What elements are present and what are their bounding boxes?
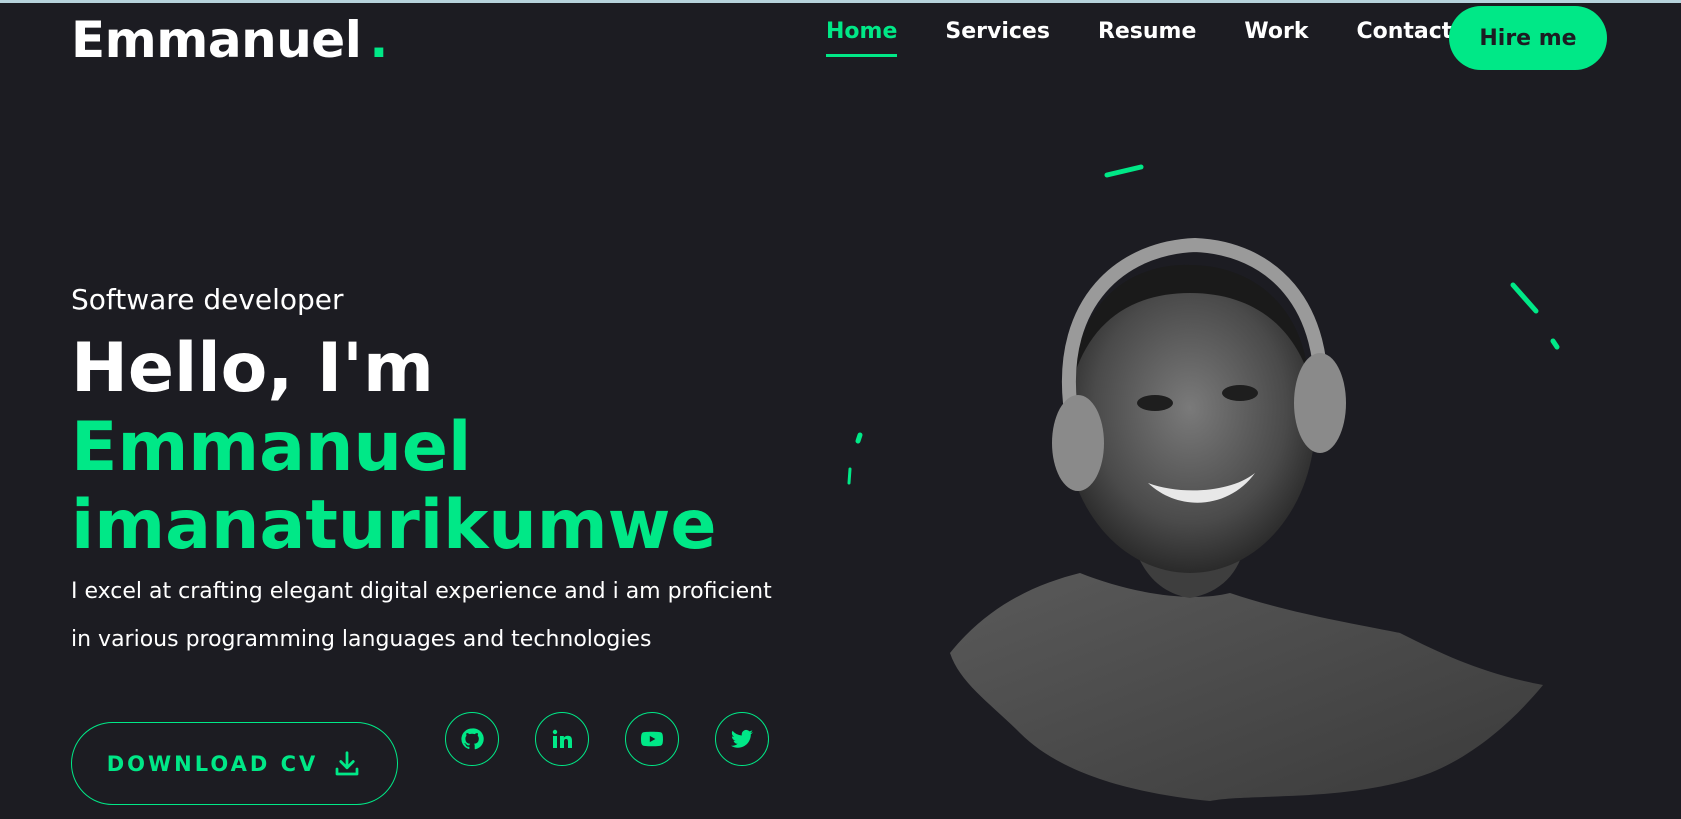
hire-me-button[interactable]: Hire me: [1449, 6, 1607, 70]
linkedin-link[interactable]: [535, 712, 589, 766]
hero-name: Emmanuel imanaturikumwe: [71, 408, 717, 565]
download-cv-button[interactable]: DOWNLOAD CV: [71, 722, 398, 805]
site-logo[interactable]: Emmanuel.: [71, 11, 388, 69]
download-cv-label: DOWNLOAD CV: [106, 751, 319, 776]
linkedin-icon: [552, 729, 572, 748]
hero-subtitle: Software developer: [71, 283, 344, 316]
nav-item-contact[interactable]: Contact: [1356, 19, 1452, 57]
hero-greeting: Hello, I'm: [71, 329, 434, 408]
youtube-link[interactable]: [625, 712, 679, 766]
page: Emmanuel. Home Services Resume Work Cont…: [0, 0, 1681, 819]
social-links: [445, 712, 769, 766]
hero-description: I excel at crafting elegant digital expe…: [71, 579, 772, 652]
twitter-link[interactable]: [715, 712, 769, 766]
youtube-icon: [641, 731, 663, 747]
twitter-icon: [731, 729, 753, 748]
nav-item-home[interactable]: Home: [826, 19, 898, 57]
logo-text: Emmanuel: [71, 11, 362, 69]
github-link[interactable]: [445, 712, 499, 766]
github-icon: [461, 728, 484, 750]
download-icon: [335, 750, 359, 775]
nav-item-services[interactable]: Services: [945, 19, 1050, 57]
nav-item-resume[interactable]: Resume: [1098, 19, 1196, 57]
main-nav: Home Services Resume Work Contact: [826, 19, 1452, 57]
profile-photo: [847, 164, 1560, 801]
logo-dot: .: [369, 11, 388, 69]
nav-item-work[interactable]: Work: [1244, 19, 1308, 57]
shirt-shape: [950, 573, 1543, 801]
